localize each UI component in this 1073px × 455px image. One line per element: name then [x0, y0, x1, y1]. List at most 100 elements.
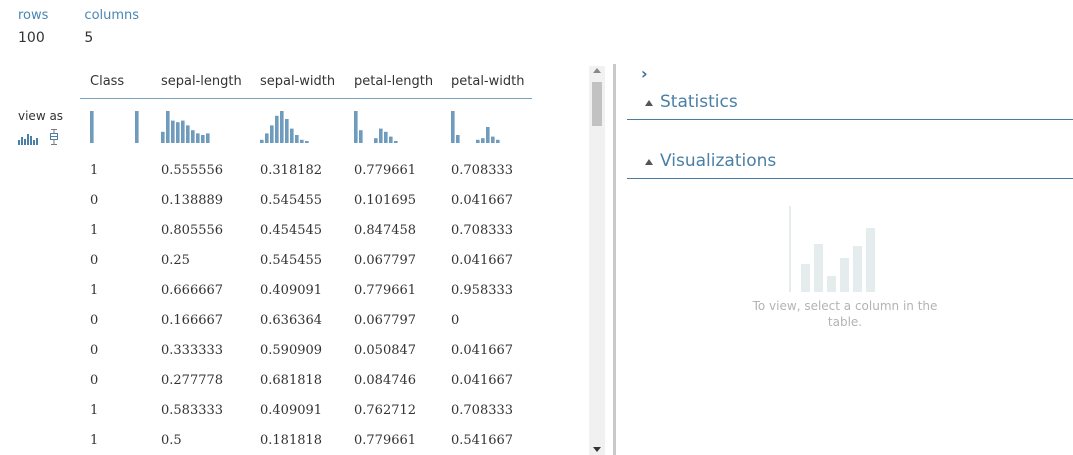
table-row[interactable]: 0 0.25 0.545455 0.067797 0.041667 — [80, 245, 585, 275]
cell-petal-length: 0.762712 — [354, 402, 417, 418]
cell-sepal-width: 0.318182 — [260, 162, 323, 178]
scroll-up-arrow-icon[interactable] — [593, 68, 601, 73]
histogram-bar — [90, 111, 94, 143]
cell-sepal-width: 0.181818 — [260, 432, 323, 448]
histogram-bar — [166, 111, 170, 143]
sepal-width-mini-histogram[interactable] — [260, 111, 310, 143]
scroll-down-arrow-icon[interactable] — [593, 447, 601, 452]
details-panel: › Statistics Visualizations To view, sel… — [627, 64, 1073, 455]
cell-class: 0 — [90, 342, 99, 358]
histogram-bar — [275, 115, 279, 143]
cell-petal-width: 0.708333 — [451, 162, 514, 178]
histogram-bar — [265, 133, 269, 143]
histogram-bar — [295, 135, 299, 143]
histogram-bar — [186, 125, 190, 143]
cell-petal-length: 0.779661 — [354, 162, 417, 178]
cell-petal-width: 0.041667 — [451, 372, 514, 388]
cell-petal-length: 0.050847 — [354, 342, 417, 358]
histogram-bar — [285, 119, 289, 143]
cell-sepal-width: 0.590909 — [260, 342, 323, 358]
cell-sepal-width: 0.545455 — [260, 252, 323, 268]
cell-petal-length: 0.084746 — [354, 372, 417, 388]
cell-petal-length: 0.067797 — [354, 312, 417, 328]
histogram-bar — [379, 128, 383, 143]
table-row[interactable]: 0 0.333333 0.590909 0.050847 0.041667 — [80, 335, 585, 365]
expand-triangle-icon[interactable] — [645, 100, 653, 106]
table-scrollbar[interactable] — [589, 66, 605, 455]
histogram-icon[interactable] — [18, 131, 40, 145]
visualizations-section-header[interactable]: Visualizations — [627, 146, 1073, 179]
histogram-bar — [280, 111, 284, 143]
cell-petal-width: 0.958333 — [451, 282, 514, 298]
cell-class: 0 — [90, 192, 99, 208]
histogram-bar — [206, 133, 210, 143]
visualizations-title: Visualizations — [660, 151, 777, 171]
cell-class: 0 — [90, 252, 99, 268]
rows-value: 100 — [18, 30, 45, 46]
histogram-bar — [374, 138, 378, 143]
cell-sepal-length: 0.138889 — [161, 192, 224, 208]
cell-petal-length: 0.779661 — [354, 432, 417, 448]
histogram-bar — [196, 133, 200, 143]
sepal-length-mini-histogram[interactable] — [161, 111, 211, 143]
cell-sepal-width: 0.545455 — [260, 192, 323, 208]
table-row[interactable]: 1 0.583333 0.409091 0.762712 0.708333 — [80, 395, 585, 425]
table-row[interactable]: 0 0.166667 0.636364 0.067797 0 — [80, 305, 585, 335]
histogram-bar — [260, 139, 264, 143]
cell-sepal-length: 0.333333 — [161, 342, 224, 358]
petal-width-mini-histogram[interactable] — [451, 111, 501, 143]
header-sepal-width[interactable]: sepal-width — [250, 74, 344, 89]
scrollbar-thumb[interactable] — [592, 82, 602, 126]
rows-summary: rows 100 — [18, 8, 48, 46]
header-class[interactable]: Class — [80, 74, 151, 89]
boxplot-icon[interactable] — [49, 129, 59, 145]
cell-petal-width: 0.041667 — [451, 252, 514, 268]
cell-class: 0 — [90, 372, 99, 388]
histogram-bar — [451, 111, 455, 143]
histogram-bar — [359, 130, 363, 143]
columns-summary: columns 5 — [84, 8, 139, 46]
table-row[interactable]: 1 0.555556 0.318182 0.779661 0.708333 — [80, 155, 585, 185]
header-sepal-length[interactable]: sepal-length — [151, 74, 250, 89]
statistics-section-header[interactable]: Statistics — [627, 87, 1073, 120]
column-histograms — [80, 99, 585, 155]
histogram-bar — [176, 122, 180, 143]
histogram-bar — [476, 139, 480, 143]
cell-class: 1 — [90, 162, 99, 178]
cell-sepal-length: 0.277778 — [161, 372, 224, 388]
cell-sepal-length: 0.25 — [161, 252, 190, 268]
cell-sepal-length: 0.166667 — [161, 312, 224, 328]
cell-sepal-length: 0.666667 — [161, 282, 224, 298]
header-petal-width[interactable]: petal-width — [441, 74, 532, 89]
pane-splitter[interactable] — [613, 64, 616, 455]
header-petal-length[interactable]: petal-length — [344, 74, 441, 89]
histogram-bar — [496, 139, 500, 143]
cell-petal-length: 0.067797 — [354, 252, 417, 268]
histogram-bar — [491, 136, 495, 143]
class-mini-histogram[interactable] — [90, 111, 140, 143]
table-row[interactable]: 1 0.666667 0.409091 0.779661 0.958333 — [80, 275, 585, 305]
cell-sepal-length: 0.5 — [161, 432, 182, 448]
petal-length-mini-histogram[interactable] — [354, 111, 404, 143]
cell-petal-length: 0.779661 — [354, 282, 417, 298]
cell-class: 0 — [90, 312, 99, 328]
cell-petal-width: 0 — [451, 312, 460, 328]
visualization-placeholder-text: To view, select a column in the table. — [752, 299, 938, 329]
table-row[interactable]: 0 0.277778 0.681818 0.084746 0.041667 — [80, 365, 585, 395]
table-header: Class sepal-length sepal-width petal-len… — [80, 64, 532, 99]
cell-class: 1 — [90, 282, 99, 298]
table-row[interactable]: 1 0.805556 0.454545 0.847458 0.708333 — [80, 215, 585, 245]
cell-sepal-length: 0.583333 — [161, 402, 224, 418]
expand-triangle-icon[interactable] — [645, 159, 653, 165]
collapse-panel-chevron-icon[interactable]: › — [641, 64, 648, 83]
cell-petal-width: 0.708333 — [451, 222, 514, 238]
histogram-bar — [305, 141, 309, 143]
cell-petal-length: 0.847458 — [354, 222, 417, 238]
histogram-bar — [191, 130, 195, 143]
cell-petal-width: 0.541667 — [451, 432, 514, 448]
histogram-bar — [394, 141, 398, 143]
columns-label: columns — [84, 8, 140, 23]
table-row[interactable]: 1 0.5 0.181818 0.779661 0.541667 — [80, 425, 585, 455]
histogram-bar — [270, 125, 274, 143]
table-row[interactable]: 0 0.138889 0.545455 0.101695 0.041667 — [80, 185, 585, 215]
